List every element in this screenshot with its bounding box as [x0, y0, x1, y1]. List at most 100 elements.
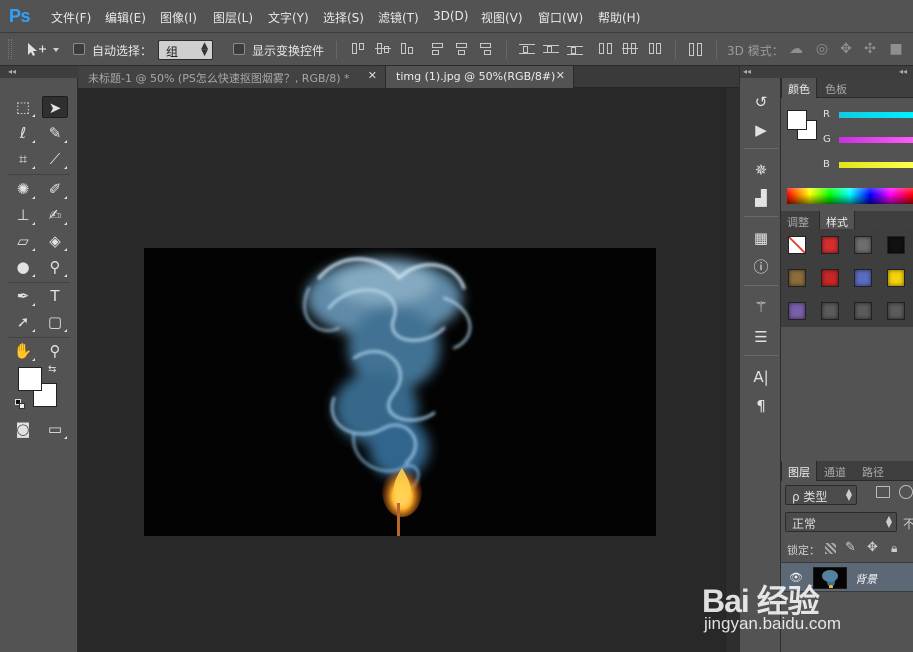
auto-select-checkbox[interactable]: [73, 43, 85, 55]
lock-transparent-icon[interactable]: [825, 543, 836, 554]
auto-align-layers-icon[interactable]: [688, 41, 704, 57]
align-hcenter-icon[interactable]: [454, 41, 470, 57]
swap-colors-icon[interactable]: ⇆: [48, 364, 56, 375]
dodge-icon[interactable]: ⚲: [42, 256, 68, 278]
default-colors-icon[interactable]: [15, 399, 25, 409]
align-vcenter-icon[interactable]: [375, 41, 391, 57]
options-grip[interactable]: [8, 39, 12, 59]
filter-image-icon[interactable]: [876, 486, 890, 498]
distribute-top-icon[interactable]: [519, 41, 535, 57]
rectangular-marquee-icon[interactable]: ⬚: [10, 96, 36, 118]
menu-filter[interactable]: 滤镜(T): [378, 9, 419, 26]
style-swatch[interactable]: [880, 229, 912, 261]
3d-rotate-icon[interactable]: ☁: [787, 41, 805, 57]
align-left-icon[interactable]: [430, 41, 446, 57]
slider-g[interactable]: [839, 137, 913, 143]
eyedropper-icon[interactable]: ⟋: [42, 148, 68, 170]
style-swatch[interactable]: [781, 295, 813, 327]
spot-healing-icon[interactable]: ✺: [10, 178, 36, 200]
clone-stamp-icon[interactable]: ⊥: [10, 204, 36, 226]
crop-icon[interactable]: ⌗: [10, 148, 36, 170]
history-brush-icon[interactable]: ✍: [42, 204, 68, 226]
expand-icon[interactable]: ◂◂: [740, 66, 782, 78]
menu-select[interactable]: 选择(S): [323, 9, 364, 26]
screen-mode-icon[interactable]: ▭: [42, 418, 68, 440]
collapse-icon[interactable]: ◂◂: [0, 66, 78, 78]
quick-mask-icon[interactable]: ◙: [10, 418, 36, 440]
menu-image[interactable]: 图像(I): [160, 9, 197, 26]
style-swatch[interactable]: [781, 262, 813, 294]
layer-filter-select[interactable]: ρ 类型 ▲ ▼: [785, 485, 857, 505]
menu-3d[interactable]: 3D(D): [433, 9, 468, 23]
tool-preset-picker[interactable]: [24, 40, 64, 60]
slider-r[interactable]: [839, 112, 913, 118]
color-foreground-swatch[interactable]: [787, 110, 807, 130]
type-icon[interactable]: T: [42, 285, 68, 307]
align-right-icon[interactable]: [478, 41, 494, 57]
lock-position-icon[interactable]: ✥: [867, 540, 878, 555]
paint-bucket-icon[interactable]: ◈: [42, 230, 68, 252]
style-swatch[interactable]: [781, 229, 813, 261]
align-bottom-icon[interactable]: [399, 41, 415, 57]
distribute-bottom-icon[interactable]: [567, 41, 583, 57]
menu-edit[interactable]: 编辑(E): [105, 9, 146, 26]
auto-select-target-select[interactable]: 组 ▲ ▼: [158, 40, 213, 60]
blend-mode-select[interactable]: 正常 ▲ ▼: [785, 512, 897, 532]
menu-file[interactable]: 文件(F): [51, 9, 91, 26]
brush-icon[interactable]: ✐: [42, 178, 68, 200]
properties-icon[interactable]: ☰: [750, 326, 772, 348]
pen-icon[interactable]: ✒: [10, 285, 36, 307]
3d-slide-icon[interactable]: ✣: [861, 41, 879, 57]
brush-preset-icon[interactable]: ⚚: [750, 296, 772, 318]
vertical-scrollbar[interactable]: [725, 88, 739, 652]
rectangle-shape-icon[interactable]: ▢: [42, 311, 68, 333]
style-swatch[interactable]: [880, 295, 912, 327]
tab-paths[interactable]: 路径: [856, 461, 890, 481]
distribute-hcenter-icon[interactable]: [622, 41, 638, 57]
menu-type[interactable]: 文字(Y): [268, 9, 309, 26]
3d-scale-icon[interactable]: ■: [887, 41, 905, 57]
lock-pixels-icon[interactable]: ✎: [845, 540, 856, 555]
distribute-vcenter-icon[interactable]: [543, 41, 559, 57]
menu-window[interactable]: 窗口(W): [538, 9, 583, 26]
hand-icon[interactable]: ✋: [10, 340, 36, 362]
distribute-left-icon[interactable]: [598, 41, 614, 57]
paragraph-panel-icon[interactable]: ¶: [750, 395, 772, 417]
3d-pan-icon[interactable]: ✥: [837, 41, 855, 57]
collapse-panels-icon[interactable]: ◂◂: [781, 66, 913, 78]
filter-adjustment-icon[interactable]: [899, 485, 913, 499]
color-spectrum-ramp[interactable]: [787, 188, 913, 204]
3d-roll-icon[interactable]: ◎: [813, 41, 831, 57]
character-panel-icon[interactable]: A|: [750, 366, 772, 388]
close-icon[interactable]: ✕: [556, 69, 565, 82]
distribute-right-icon[interactable]: [646, 41, 662, 57]
align-top-icon[interactable]: [350, 41, 366, 57]
tab-channels[interactable]: 通道: [818, 461, 852, 481]
tab-color[interactable]: 颜色: [781, 78, 817, 98]
tab-swatches[interactable]: 色板: [819, 78, 853, 98]
path-selection-icon[interactable]: ➚: [10, 311, 36, 333]
lock-all-icon[interactable]: 🔒︎: [891, 541, 897, 556]
menu-view[interactable]: 视图(V): [481, 9, 523, 26]
show-transform-checkbox[interactable]: [233, 43, 245, 55]
tab-adjustments[interactable]: 调整: [781, 211, 815, 231]
style-swatch[interactable]: [847, 295, 879, 327]
lasso-icon[interactable]: ℓ: [10, 122, 36, 144]
tab-untitled-doc[interactable]: 未标题-1 @ 50% (PS怎么快速抠图烟雾？, RGB/8) * ✕: [78, 66, 386, 88]
slider-b[interactable]: [839, 162, 913, 168]
style-swatch[interactable]: [814, 295, 846, 327]
style-swatch[interactable]: [847, 262, 879, 294]
menu-layer[interactable]: 图层(L): [213, 9, 253, 26]
style-swatch[interactable]: [814, 262, 846, 294]
document-image[interactable]: [144, 248, 656, 536]
style-swatch[interactable]: [814, 229, 846, 261]
info-icon[interactable]: ⓘ: [750, 256, 772, 278]
close-icon[interactable]: ✕: [368, 69, 377, 82]
foreground-color-swatch[interactable]: [18, 367, 42, 391]
navigator-icon[interactable]: ✵: [750, 159, 772, 181]
style-swatch[interactable]: [880, 262, 912, 294]
histogram-icon[interactable]: ▟: [750, 187, 772, 209]
quick-selection-icon[interactable]: ✎: [42, 122, 68, 144]
tab-styles[interactable]: 样式: [819, 211, 855, 231]
eraser-icon[interactable]: ▱: [10, 230, 36, 252]
